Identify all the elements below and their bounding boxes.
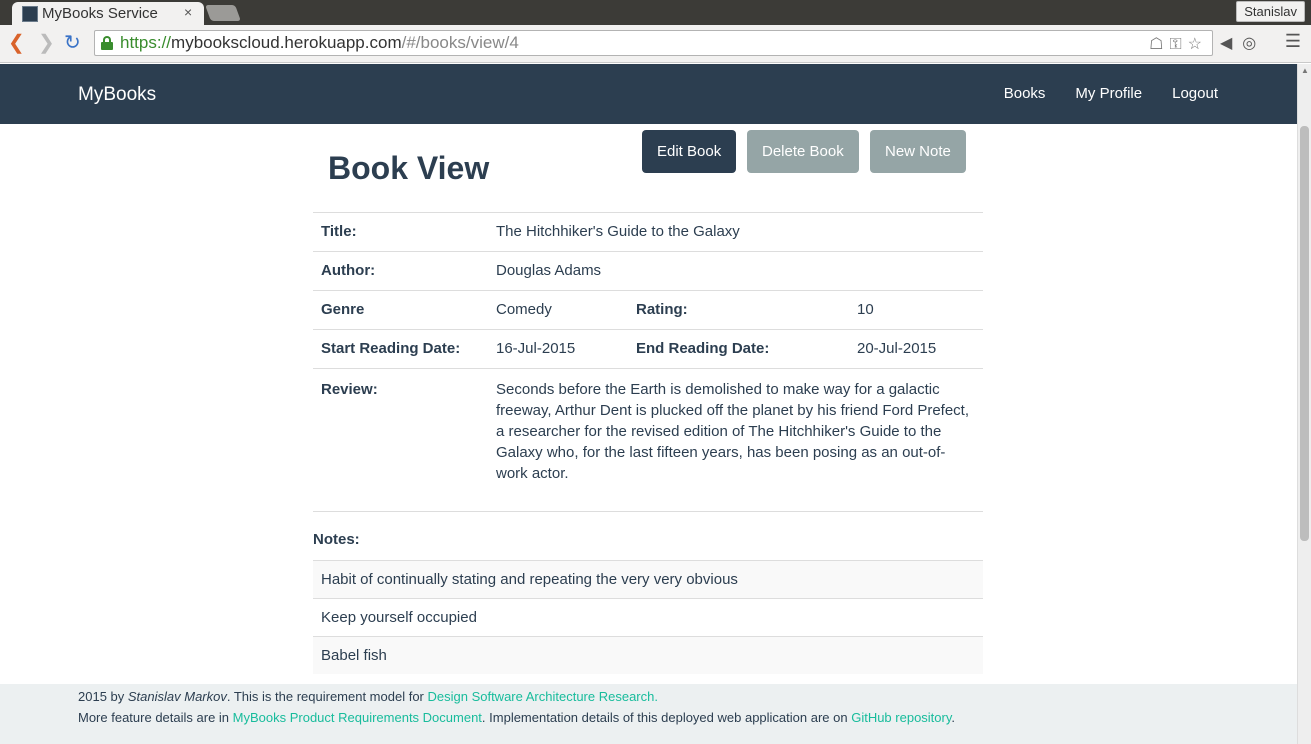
extension-icons[interactable]: ◀◎ <box>1220 33 1266 53</box>
genre-value: Comedy <box>488 290 628 330</box>
requirements-doc-link[interactable]: MyBooks Product Requirements Document <box>233 710 482 725</box>
page-footer: 2015 by Stanislav Markov. This is the re… <box>0 684 1297 744</box>
address-bar[interactable]: https://mybookscloud.herokuapp.com/#/boo… <box>94 30 1213 56</box>
table-row: Start Reading Date: 16-Jul-2015 End Read… <box>313 329 983 369</box>
site-favicon-icon <box>22 6 38 22</box>
hamburger-menu-icon[interactable]: ☰ <box>1285 31 1301 52</box>
review-value: Seconds before the Earth is demolished t… <box>488 368 983 512</box>
page-scrollbar[interactable]: ▲ <box>1297 64 1311 744</box>
tab-title: MyBooks Service <box>42 5 158 22</box>
navbar-links: Books My Profile Logout <box>1004 85 1218 102</box>
forward-arrow-icon[interactable]: ❯ <box>38 31 55 55</box>
site-navbar: MyBooks Books My Profile Logout <box>0 64 1297 124</box>
url-text[interactable]: https://mybookscloud.herokuapp.com/#/boo… <box>120 33 519 53</box>
notes-heading: Notes: <box>313 531 360 548</box>
back-arrow-icon[interactable]: ❮ <box>8 31 25 55</box>
rating-label: Rating: <box>628 290 849 330</box>
table-row: Title: The Hitchhiker's Guide to the Gal… <box>313 212 983 252</box>
rating-value: 10 <box>849 290 983 330</box>
navbar-brand[interactable]: MyBooks <box>78 84 156 106</box>
start-date-value: 16-Jul-2015 <box>488 329 628 369</box>
new-note-button[interactable]: New Note <box>870 130 966 173</box>
author-value: Douglas Adams <box>488 251 983 291</box>
scroll-up-arrow-icon[interactable]: ▲ <box>1301 66 1309 75</box>
nav-link-my-profile[interactable]: My Profile <box>1075 85 1142 102</box>
tab-close-icon[interactable]: × <box>184 4 192 20</box>
github-repository-link[interactable]: GitHub repository <box>851 710 951 725</box>
author-label: Author: <box>313 251 488 291</box>
genre-label: Genre <box>313 290 488 330</box>
nav-link-logout[interactable]: Logout <box>1172 85 1218 102</box>
table-row: Author: Douglas Adams <box>313 251 983 291</box>
title-label: Title: <box>313 212 488 252</box>
footer-line-2: More feature details are in MyBooks Prod… <box>78 710 956 725</box>
list-item[interactable]: Babel fish <box>313 636 983 674</box>
delete-book-button[interactable]: Delete Book <box>747 130 859 173</box>
review-label: Review: <box>313 368 488 512</box>
page-viewport: MyBooks Books My Profile Logout Book Vie… <box>0 64 1297 744</box>
browser-tab-bar: MyBooks Service × Stanislav <box>0 0 1311 25</box>
lock-icon <box>101 36 113 50</box>
list-item[interactable]: Habit of continually stating and repeati… <box>313 560 983 598</box>
profile-user-badge[interactable]: Stanislav <box>1236 1 1305 22</box>
end-date-label: End Reading Date: <box>628 329 849 369</box>
footer-line-1: 2015 by Stanislav Markov. This is the re… <box>78 689 658 704</box>
start-date-label: Start Reading Date: <box>313 329 488 369</box>
book-details-table: Title: The Hitchhiker's Guide to the Gal… <box>313 212 983 512</box>
nav-link-books[interactable]: Books <box>1004 85 1046 102</box>
star-icon[interactable]: ☖⚿☆ <box>1149 34 1208 54</box>
scrollbar-thumb[interactable] <box>1300 126 1309 541</box>
page-title: Book View <box>328 150 490 186</box>
new-tab-button[interactable] <box>205 5 241 21</box>
browser-toolbar: ❮ ❯ ↻ https://mybookscloud.herokuapp.com… <box>0 25 1311 63</box>
list-item[interactable]: Keep yourself occupied <box>313 598 983 636</box>
edit-book-button[interactable]: Edit Book <box>642 130 737 173</box>
end-date-value: 20-Jul-2015 <box>849 329 983 369</box>
browser-tab[interactable]: MyBooks Service × <box>12 2 204 25</box>
table-row: Review: Seconds before the Earth is demo… <box>313 368 983 512</box>
table-row: Genre Comedy Rating: 10 <box>313 290 983 330</box>
reload-icon[interactable]: ↻ <box>64 31 81 55</box>
research-link[interactable]: Design Software Architecture Research. <box>427 689 658 704</box>
footer-author: Stanislav Markov <box>127 689 227 704</box>
notes-list: Habit of continually stating and repeati… <box>313 560 983 674</box>
title-value: The Hitchhiker's Guide to the Galaxy <box>488 212 983 252</box>
